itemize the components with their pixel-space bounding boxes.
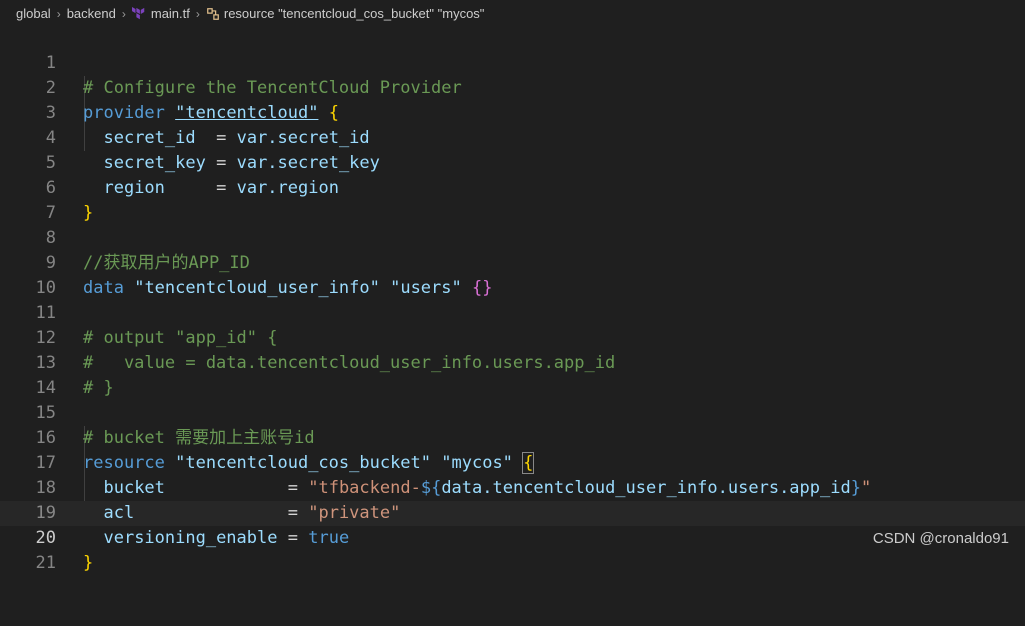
breadcrumb-item-file[interactable]: main.tf — [151, 0, 190, 28]
code-line[interactable]: 13 # } — [0, 326, 1025, 398]
code-line[interactable]: 2 provider "tencentcloud" { — [0, 51, 1025, 123]
chevron-right-icon: › — [121, 7, 126, 21]
code-line[interactable]: 10 — [0, 251, 1025, 298]
code-line[interactable]: 4 secret_key = var.secret_key — [0, 101, 1025, 173]
breadcrumb-item-global[interactable]: global — [16, 0, 51, 28]
code-line[interactable]: 14 — [0, 351, 1025, 398]
code-line[interactable]: 1 # Configure the TencentCloud Provider — [0, 26, 1025, 98]
code-line[interactable]: 5 region = var.region — [0, 126, 1025, 198]
resource-symbol-icon — [207, 8, 219, 20]
breadcrumb-item-backend[interactable]: backend — [67, 0, 116, 28]
code-line-active[interactable]: 20 } — [0, 501, 1025, 573]
code-line[interactable]: 18 acl = "private" — [0, 451, 1025, 523]
chevron-right-icon: › — [195, 7, 200, 21]
code-line[interactable]: 7 — [0, 176, 1025, 223]
code-line[interactable]: 9 data "tencentcloud_user_info" "users" … — [0, 226, 1025, 298]
terraform-icon — [131, 7, 145, 20]
breadcrumb-item-symbol[interactable]: resource "tencentcloud_cos_bucket" "myco… — [224, 0, 485, 28]
code-line[interactable]: 6 } — [0, 151, 1025, 223]
code-line[interactable]: 17 bucket = "tfbackend-${data.tencentclo… — [0, 426, 1025, 498]
code-line[interactable]: 12 # value = data.tencentcloud_user_info… — [0, 301, 1025, 373]
code-line[interactable]: 21 — [0, 526, 1025, 573]
code-line[interactable]: 3 secret_id = var.secret_id — [0, 76, 1025, 148]
code-line[interactable]: 19 versioning_enable = true — [0, 476, 1025, 548]
code-line[interactable]: 8 //获取用户的APP_ID — [0, 201, 1025, 273]
chevron-right-icon: › — [56, 7, 61, 21]
watermark: CSDN @cronaldo91 — [872, 530, 1009, 547]
code-editor[interactable]: 1 # Configure the TencentCloud Provider … — [0, 26, 1025, 573]
code-line[interactable]: 16 resource "tencentcloud_cos_bucket" "m… — [0, 401, 1025, 474]
breadcrumb: global › backend › main.tf › resource "t… — [0, 0, 1025, 28]
code-line[interactable]: 11 # output "app_id" { — [0, 276, 1025, 348]
code-line[interactable]: 15 # bucket 需要加上主账号id — [0, 376, 1025, 448]
